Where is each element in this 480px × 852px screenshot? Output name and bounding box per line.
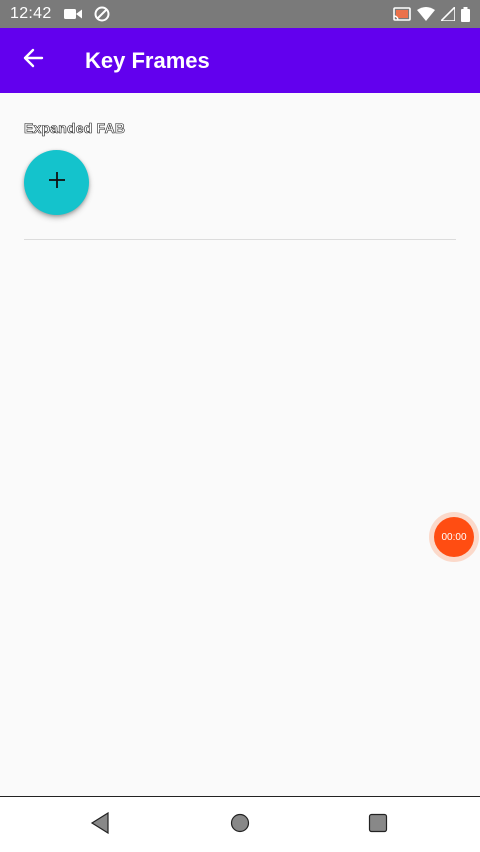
screen-recorder-button[interactable]: 00:00 [434, 517, 474, 557]
recents-square-icon [368, 813, 388, 838]
status-time: 12:42 [10, 5, 52, 22]
page-title: Key Frames [85, 47, 210, 73]
nav-home-button[interactable] [226, 811, 254, 839]
video-camera-icon [63, 8, 82, 20]
arrow-back-icon [22, 48, 44, 73]
data-saver-icon [94, 6, 110, 22]
nav-recents-button[interactable] [364, 811, 392, 839]
back-triangle-icon [90, 811, 110, 839]
signal-icon [441, 7, 455, 21]
battery-icon [461, 6, 470, 22]
home-circle-icon [230, 813, 250, 838]
expanded-fab-button[interactable] [24, 150, 89, 215]
status-bar: 12:42 [0, 0, 480, 28]
wifi-icon [417, 7, 435, 21]
plus-icon [48, 171, 66, 194]
nav-back-button[interactable] [86, 811, 114, 839]
back-button[interactable] [9, 37, 57, 85]
system-nav-bar [0, 796, 480, 852]
main-content: Expanded FAB 00:00 [0, 93, 480, 796]
cast-icon [393, 7, 411, 21]
divider [24, 239, 456, 240]
section-label: Expanded FAB [24, 120, 126, 137]
app-bar: Key Frames [0, 28, 480, 93]
recorder-timer: 00:00 [441, 531, 467, 543]
